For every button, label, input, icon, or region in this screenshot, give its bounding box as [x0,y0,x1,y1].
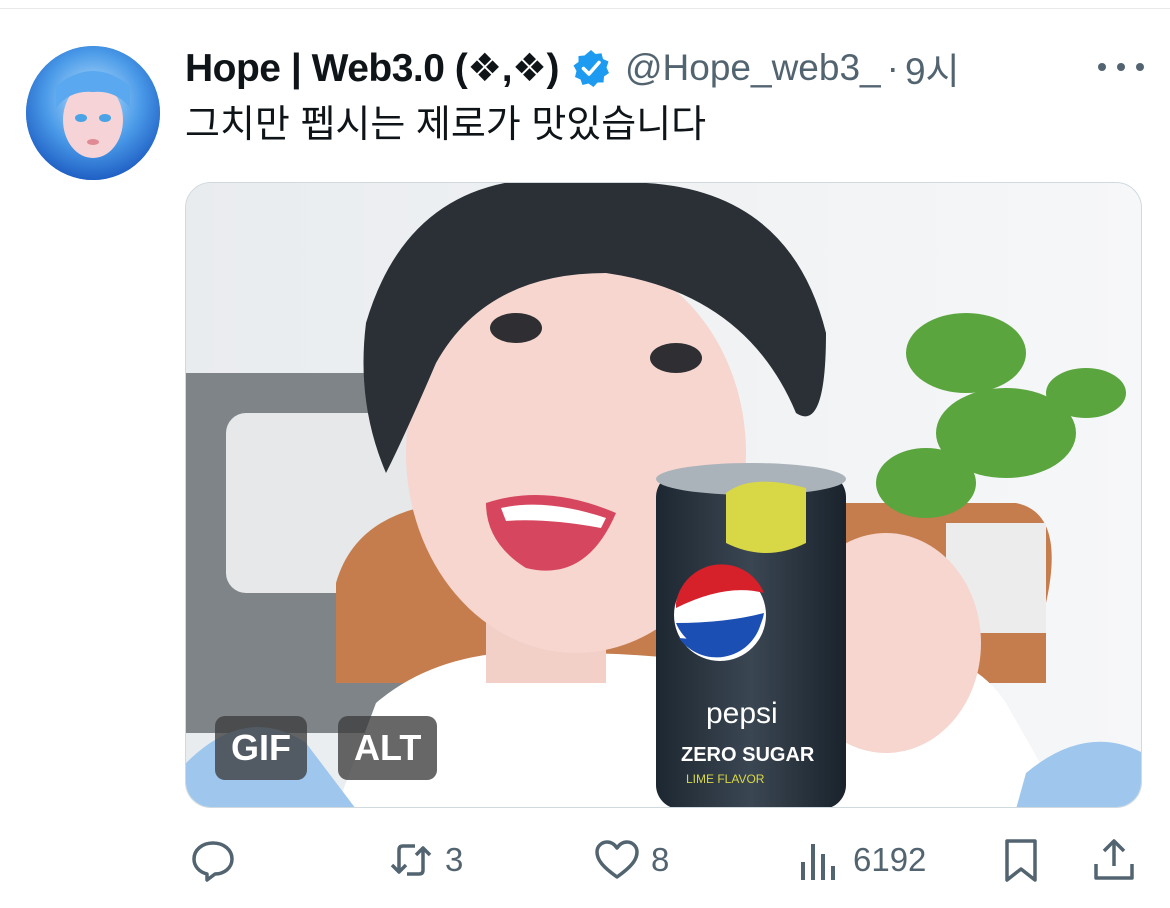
can-brand-text: pepsi [706,697,778,730]
verified-badge-icon [571,48,611,88]
tweet-media-gif[interactable]: pepsi ZERO SUGAR LIME FLAVOR GIF ALT [185,182,1142,808]
gif-frame-image: pepsi ZERO SUGAR LIME FLAVOR [186,183,1141,807]
display-name[interactable]: Hope | Web3.0 (❖,❖) [185,46,560,91]
author-handle[interactable]: @Hope_web3_ [625,47,881,89]
like-count: 8 [651,841,670,878]
tweet-timestamp[interactable]: 9시 [905,41,960,95]
bookmark-icon [1005,839,1037,882]
retweet-button[interactable]: 3 [387,830,463,890]
heart-icon [595,840,639,879]
separator-dot: · [886,47,899,88]
share-icon [1094,839,1134,880]
reply-button[interactable] [189,830,237,890]
can-flavor-text: LIME FLAVOR [686,772,765,786]
reply-icon [192,841,234,882]
share-button[interactable] [1090,830,1138,890]
more-options-icon[interactable] [1098,52,1144,82]
tweet-header: Hope | Web3.0 (❖,❖) @Hope_web3_ · 9시 [185,41,960,95]
gif-badge[interactable]: GIF [215,716,307,780]
top-divider [0,8,1170,9]
avatar-image [26,46,160,180]
tweet-actions: 3 8 6192 [185,830,1145,890]
views-button[interactable]: 6192 [795,830,926,890]
tweet-text: 그치만 펩시는 제로가 맛있습니다 [185,104,707,146]
views-icon [801,844,835,880]
retweet-icon [390,844,432,876]
avatar[interactable] [26,46,160,180]
can-subtitle-text: ZERO SUGAR [681,744,815,766]
like-button[interactable]: 8 [593,830,669,890]
alt-badge[interactable]: ALT [338,716,438,780]
views-count: 6192 [853,841,927,878]
retweet-count: 3 [445,841,464,878]
bookmark-button[interactable] [997,830,1045,890]
